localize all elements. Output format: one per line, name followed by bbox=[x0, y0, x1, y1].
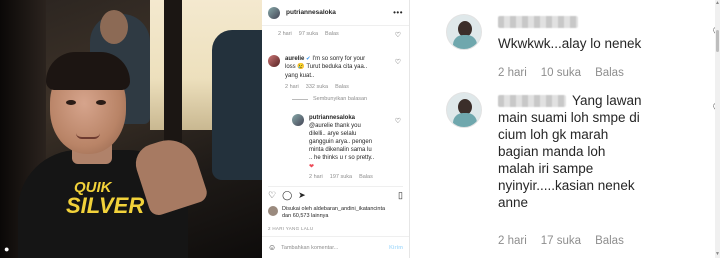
like-comment-heart-icon[interactable]: ♡ bbox=[395, 58, 401, 66]
reply-button[interactable]: Balas bbox=[595, 67, 624, 79]
reply-button[interactable]: Balas bbox=[325, 31, 339, 37]
instagram-comment-column: putriannesaloka ••• 2 hari 97 suka Balas… bbox=[262, 0, 410, 258]
comment-text: Wkwkwk...alay lo nenek bbox=[498, 36, 642, 51]
liked-by: Disukai oleh aldebaran_andini_ikatancint… bbox=[268, 206, 405, 220]
avatar[interactable] bbox=[292, 114, 304, 126]
previous-comment-meta: 2 hari 97 suka Balas bbox=[278, 31, 339, 37]
photo-door-frame bbox=[164, 0, 182, 160]
photo-hair bbox=[46, 52, 130, 90]
liked-by-line2[interactable]: dan 60,573 lainnya bbox=[282, 213, 328, 219]
like-comment-heart-icon[interactable]: ♡ bbox=[395, 31, 401, 39]
avatar[interactable] bbox=[446, 92, 482, 128]
hide-replies-link[interactable]: Sembunyikan balasan bbox=[292, 96, 367, 102]
share-icon[interactable]: ➤ bbox=[298, 190, 306, 201]
comment-likes[interactable]: 10 suka bbox=[541, 67, 581, 79]
reply-button[interactable]: Balas bbox=[335, 84, 349, 91]
comment-text-line4: bagian manda loh bbox=[498, 144, 606, 159]
photo-background-person-head bbox=[100, 10, 128, 44]
zoomed-comments-panel: Wkwkwk...alay lo nenek 2 hari 10 suka Ba… bbox=[410, 0, 720, 258]
comment-text-line5: malah iri sampe bbox=[498, 161, 594, 176]
photo-eye-left bbox=[66, 100, 76, 105]
post-username[interactable]: putriannesaloka bbox=[286, 9, 393, 16]
reply-text-line5: .. he thinks u r so pretty.. bbox=[309, 155, 375, 162]
emoji-icon[interactable]: ☺ bbox=[268, 243, 276, 252]
comment-time: 2 hari bbox=[278, 31, 292, 37]
comment-aurelie: aurelie ✔ I'm so sorry for your loss 😢 T… bbox=[268, 55, 395, 91]
comment-time: 2 hari bbox=[498, 67, 527, 79]
scroll-down-icon[interactable]: ▼ bbox=[715, 251, 720, 257]
photo-mouth bbox=[76, 133, 100, 139]
comment-text-line3: yang kuat.. bbox=[285, 72, 315, 79]
comment-likes[interactable]: 332 suka bbox=[306, 84, 328, 91]
comment-icon[interactable]: ◯ bbox=[282, 190, 292, 201]
reply-text-line2: dilelli.. arye selalu bbox=[309, 131, 357, 138]
comment-text-line1: Yang lawan bbox=[572, 93, 642, 108]
avatar[interactable] bbox=[446, 14, 482, 50]
bookmark-icon[interactable]: ▯ bbox=[398, 190, 403, 201]
comment-likes[interactable]: 97 suka bbox=[299, 31, 318, 37]
comment-text-line6: nyinyir.....kasian nenek bbox=[498, 178, 635, 193]
verified-badge-icon: ✔ bbox=[306, 56, 311, 62]
reply-likes[interactable]: 197 suka bbox=[330, 174, 352, 181]
reply-time: 2 hari bbox=[309, 173, 323, 180]
comment-text-line3: cium loh gk marah bbox=[498, 127, 609, 142]
comment-username[interactable]: aurelie bbox=[285, 56, 304, 62]
add-comment-bar: ☺ Tambahkan komentar... Kirim bbox=[262, 236, 409, 258]
comment-meta: 2 hari 10 suka Balas bbox=[498, 67, 624, 79]
scrollbar-thumb[interactable] bbox=[716, 30, 719, 52]
shirt-logo-line2: SILVER bbox=[66, 193, 145, 218]
post-time-ago: 2 HARI YANG LALU bbox=[268, 226, 314, 231]
blurred-username bbox=[498, 16, 578, 28]
comment-time: 2 hari bbox=[498, 235, 527, 247]
add-comment-input[interactable]: Tambahkan komentar... bbox=[281, 245, 389, 251]
shirt-logo: QUIK SILVER bbox=[66, 180, 146, 217]
reply-button[interactable]: Balas bbox=[359, 174, 373, 181]
more-options-icon[interactable]: ••• bbox=[393, 8, 403, 17]
reply-text-line1: @aurelie thank you bbox=[309, 123, 361, 130]
heart-emoji: ❤ bbox=[309, 163, 315, 170]
reply-button[interactable]: Balas bbox=[595, 235, 624, 247]
scroll-up-icon[interactable]: ▲ bbox=[715, 0, 720, 6]
divider bbox=[292, 98, 308, 100]
comment-text-line1: I'm so sorry for your bbox=[312, 56, 366, 62]
comment-text-line2: main suami loh smpe di bbox=[498, 110, 640, 125]
avatar[interactable] bbox=[268, 6, 280, 19]
reply-username[interactable]: putriannesaloka bbox=[309, 115, 355, 121]
photo-eye-right bbox=[96, 100, 106, 105]
comment-meta: 2 hari 17 suka Balas bbox=[498, 235, 624, 247]
post-photo: QUIK SILVER ● bbox=[0, 0, 262, 258]
liked-by-line1[interactable]: Disukai oleh aldebaran_andini_ikatancint… bbox=[282, 206, 385, 212]
comment-time: 2 hari bbox=[285, 83, 299, 90]
heart-icon[interactable]: ♡ bbox=[268, 190, 276, 201]
avatar[interactable] bbox=[268, 55, 280, 67]
photo-background-person-right bbox=[212, 30, 262, 180]
hide-replies-label: Sembunyikan balasan bbox=[313, 96, 368, 102]
comment-text-line2: loss 😢 Turut beduka cita yaa.. bbox=[285, 64, 368, 71]
tagged-user-icon[interactable]: ● bbox=[4, 244, 14, 254]
blurred-username bbox=[498, 95, 566, 107]
comment-text-line7: anne bbox=[498, 195, 529, 210]
like-reply-heart-icon[interactable]: ♡ bbox=[395, 117, 401, 125]
comment-likes[interactable]: 17 suka bbox=[541, 235, 581, 247]
post-actions-bar: ♡ ◯ ➤ ▯ bbox=[268, 186, 403, 202]
reply-putri: putriannesaloka @aurelie thank you dilel… bbox=[292, 114, 395, 181]
reply-text-line4: minta dikenalin sama lu bbox=[309, 147, 372, 154]
reply-text-line3: gangguin arya.. pengen bbox=[309, 139, 373, 146]
post-header: putriannesaloka ••• bbox=[262, 0, 409, 26]
avatar[interactable] bbox=[268, 206, 278, 216]
post-comment-button[interactable]: Kirim bbox=[389, 245, 403, 251]
